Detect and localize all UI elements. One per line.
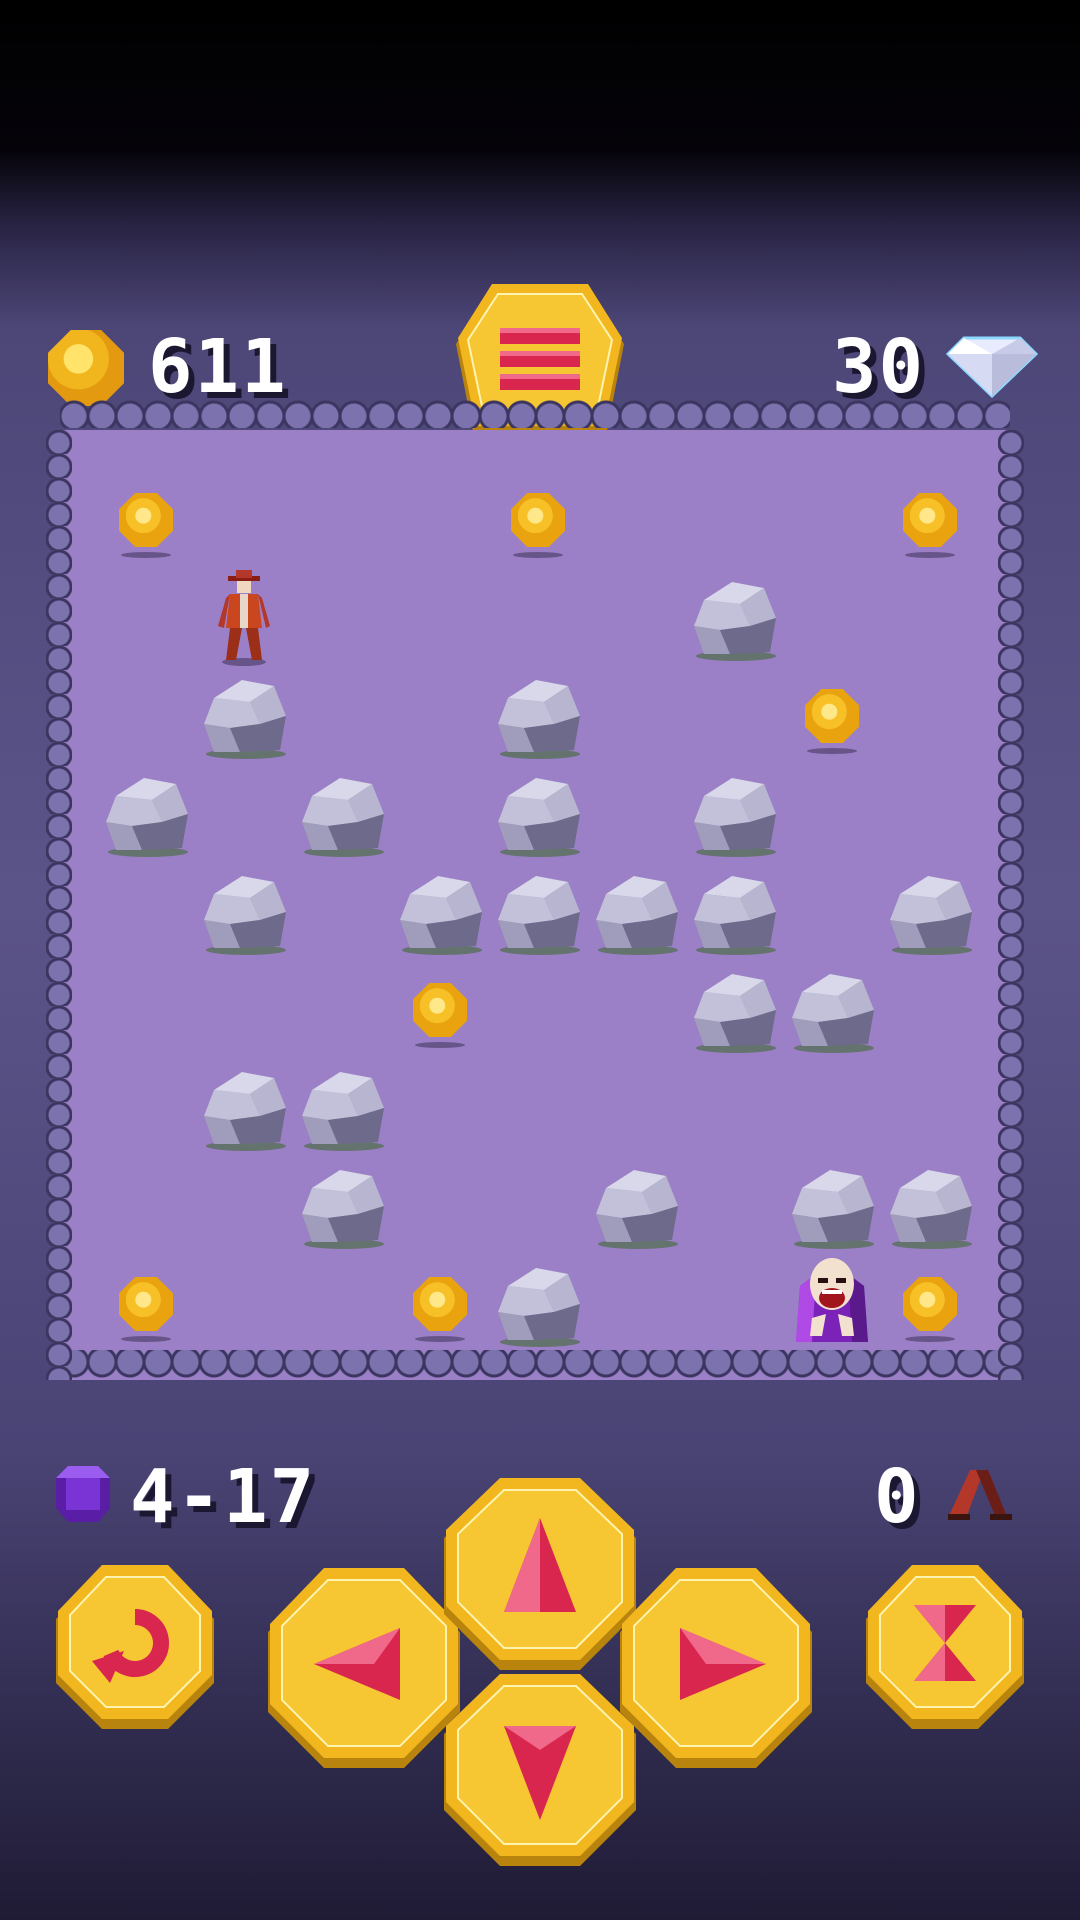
step-count: 0 [874, 1454, 921, 1540]
rock [788, 966, 876, 1054]
rock [690, 770, 778, 858]
diamond-icon [945, 334, 1039, 402]
rock [690, 966, 778, 1054]
enemy-monster [792, 1256, 872, 1350]
rock [592, 1162, 680, 1250]
move-up-button[interactable] [440, 1478, 640, 1674]
rock [788, 1162, 876, 1250]
hourglass-icon [866, 1565, 1024, 1729]
rock [200, 672, 288, 760]
coin-shadow [513, 552, 563, 558]
rock [102, 770, 190, 858]
rock [886, 1162, 974, 1250]
coin-shadow [121, 1336, 171, 1342]
coin-count: 611 [148, 324, 288, 410]
board-border-top [60, 398, 1010, 428]
gem-count: 30 [832, 324, 926, 410]
footsteps-icon [946, 1466, 1014, 1526]
rock [298, 1162, 386, 1250]
rock [690, 574, 778, 662]
player-character [214, 570, 274, 670]
coin-shadow [905, 1336, 955, 1342]
rock [690, 868, 778, 956]
board-border-right [998, 430, 1024, 1380]
rock [200, 868, 288, 956]
rock [298, 770, 386, 858]
rock [494, 770, 582, 858]
coin-shadow [415, 1336, 465, 1342]
wait-button[interactable] [862, 1565, 1028, 1733]
move-left-button[interactable] [262, 1568, 466, 1774]
rock [200, 1064, 288, 1152]
restart-icon [56, 1565, 214, 1729]
move-down-button[interactable] [440, 1674, 640, 1870]
rock [494, 868, 582, 956]
board-border-bottom [60, 1350, 1010, 1380]
coin-shadow [807, 748, 857, 754]
coin-icon [48, 330, 124, 406]
board-border-left [46, 430, 72, 1380]
arrow-left-icon [268, 1568, 460, 1768]
rock [494, 672, 582, 760]
restart-button[interactable] [52, 1565, 218, 1733]
arrow-down-icon [444, 1674, 636, 1866]
level-indicator: 4-17 [130, 1454, 317, 1540]
rock [298, 1064, 386, 1152]
arrow-right-icon [620, 1568, 812, 1768]
purple-gem-icon [54, 1464, 112, 1528]
rock [592, 868, 680, 956]
rock [886, 868, 974, 956]
rock [396, 868, 484, 956]
arrow-up-icon [444, 1478, 636, 1670]
move-right-button[interactable] [614, 1568, 818, 1774]
coin-shadow [121, 552, 171, 558]
coin-shadow [905, 552, 955, 558]
rock [494, 1260, 582, 1348]
coin-shadow [415, 1042, 465, 1048]
